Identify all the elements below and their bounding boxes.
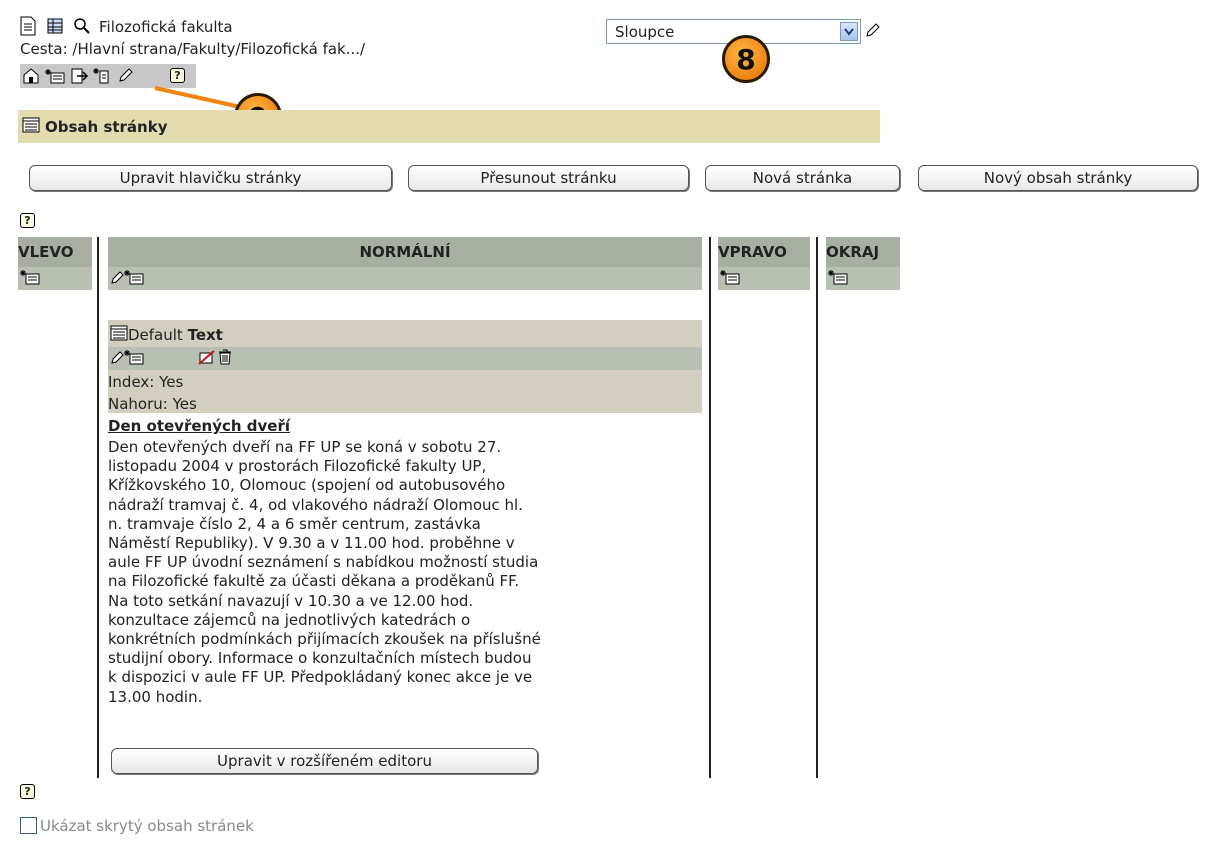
columns-select-value: Sloupce: [615, 23, 675, 41]
content-line: k dispozici v aule FF UP. Předpokládaný …: [108, 668, 533, 687]
show-hidden-label[interactable]: Ukázat skrytý obsah stránek: [40, 817, 254, 835]
column-divider: [816, 237, 818, 778]
text-block-icon: [110, 325, 128, 345]
breadcrumb: Cesta: /Hlavní strana/Fakulty/Filozofick…: [20, 40, 366, 58]
content-line: konkrétních podmínkách přijímacích zkouš…: [108, 630, 541, 649]
hide-content-icon[interactable]: [198, 350, 216, 369]
new-page-button[interactable]: Nová stránka: [705, 165, 900, 191]
content-line: aule FF UP úvodní seznámení s nabídkou m…: [108, 553, 539, 572]
add-content-icon[interactable]: [720, 270, 740, 289]
column-header-edge: OKRAJ: [826, 237, 900, 267]
content-line: nádraží tramvaj č. 4, od vlakového nádra…: [108, 495, 523, 514]
column-header-right: VPRAVO: [718, 237, 810, 267]
edit-pencil-icon[interactable]: [117, 68, 133, 88]
content-block-meta: [108, 370, 702, 413]
column-header-left: VLEVO: [18, 237, 92, 267]
column-divider: [97, 237, 99, 778]
page-title: Filozofická fakulta: [99, 18, 233, 36]
table-icon[interactable]: [47, 18, 63, 38]
search-icon[interactable]: [73, 17, 91, 39]
help-icon[interactable]: ?: [20, 213, 35, 228]
show-hidden-checkbox[interactable]: [20, 817, 37, 834]
content-icon: [22, 117, 40, 137]
edit-header-button[interactable]: Upravit hlavičku stránky: [29, 165, 392, 191]
extended-editor-button[interactable]: Upravit v rozšířeném editoru: [111, 748, 538, 774]
content-body: Den otevřených dveří na FF UP se koná v …: [108, 438, 708, 707]
content-line: Náměstí Republiky). V 9.30 a v 11.00 hod…: [108, 534, 515, 553]
add-content-icon[interactable]: [124, 270, 144, 289]
section-title: Obsah stránky: [45, 118, 168, 136]
page-icon[interactable]: [20, 16, 36, 40]
add-content-icon[interactable]: [124, 350, 144, 369]
column-normal-add-bar: [108, 267, 702, 290]
content-index: Index: Yes: [108, 373, 184, 391]
edit-pencil-icon[interactable]: [110, 350, 124, 369]
chevron-down-icon[interactable]: [840, 22, 858, 41]
content-line: listopadu 2004 v prostorách Filozofické …: [108, 457, 487, 476]
content-block-type: Default Text: [128, 326, 223, 344]
new-content-button[interactable]: Nový obsah stránky: [918, 165, 1198, 191]
column-divider: [709, 237, 711, 778]
content-line: 13.00 hodin.: [108, 687, 203, 706]
column-header-normal: NORMÁLNÍ: [108, 237, 702, 267]
content-top: Nahoru: Yes: [108, 395, 197, 413]
copy-page-icon[interactable]: [93, 68, 113, 88]
help-icon[interactable]: ?: [20, 784, 35, 799]
content-heading[interactable]: Den otevřených dveří: [108, 417, 290, 435]
content-line: Den otevřených dveří na FF UP se koná v …: [108, 438, 502, 456]
new-item-icon[interactable]: [45, 69, 65, 88]
add-content-icon[interactable]: [828, 270, 848, 289]
content-line: Na toto setkání navazují v 10.30 a ve 12…: [108, 591, 474, 610]
content-line: Křížkovského 10, Olomouc (spojení od aut…: [108, 476, 506, 495]
trash-icon[interactable]: [218, 349, 232, 369]
edit-pencil-icon[interactable]: [110, 270, 124, 289]
content-line: studijní obory. Informace o konzultačníc…: [108, 649, 532, 668]
move-page-button[interactable]: Přesunout stránku: [408, 165, 689, 191]
home-page-icon[interactable]: [22, 68, 40, 88]
export-icon[interactable]: [71, 68, 89, 88]
columns-edit-pencil-icon[interactable]: [864, 23, 880, 43]
callout-8: 8: [722, 35, 770, 83]
content-line: n. tramvaje číslo 2, 4 a 6 směr centrum,…: [108, 514, 481, 533]
content-line: na Filozofické fakultě za účasti děkana …: [108, 572, 520, 591]
content-line: konzultace zájemců na jednotlivých kated…: [108, 610, 471, 629]
add-content-icon[interactable]: [20, 270, 40, 289]
